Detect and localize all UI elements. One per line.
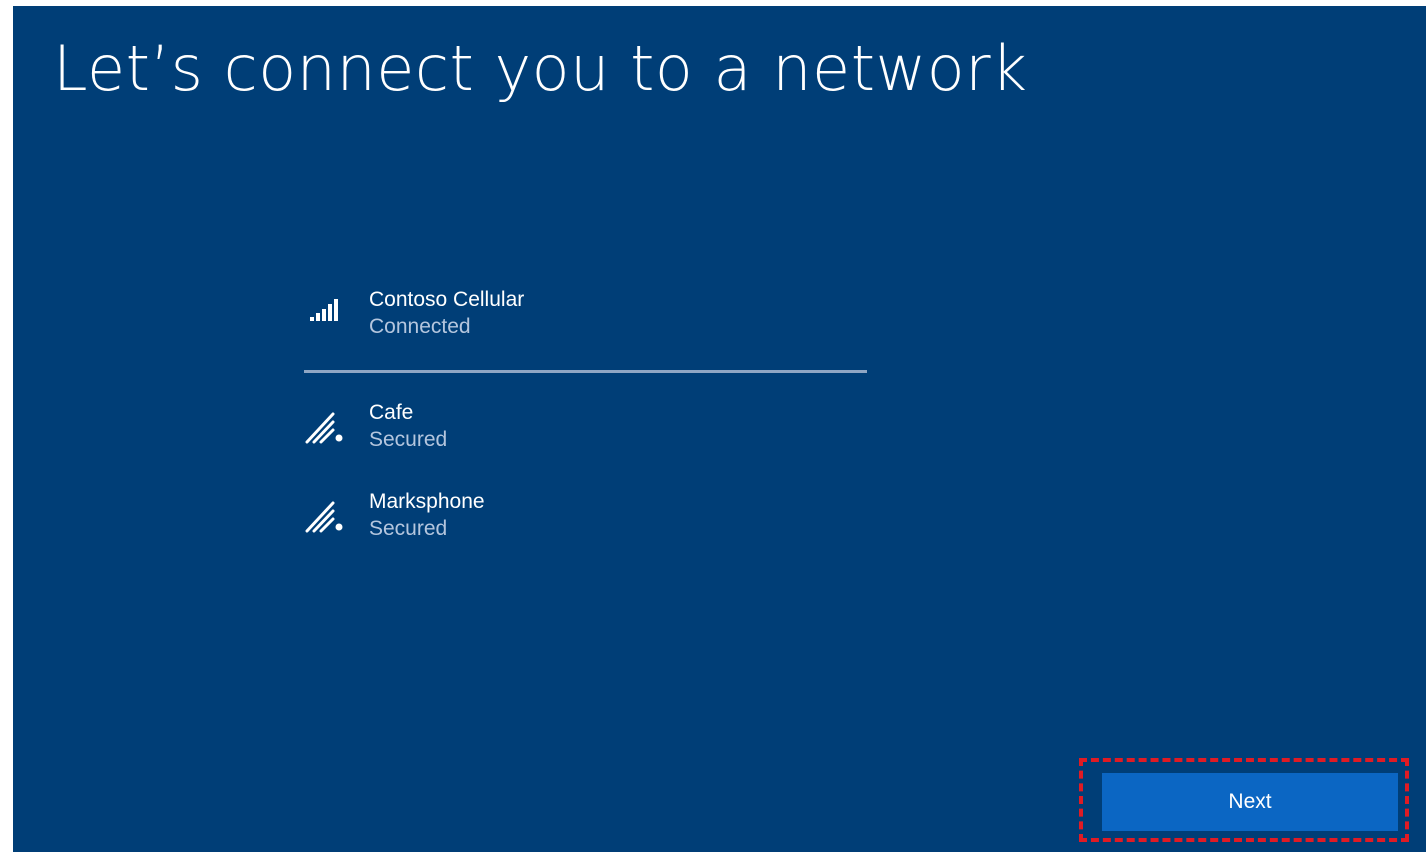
oobe-network-screen: Let’s connect you to a network Contoso C… [13, 6, 1426, 852]
cellular-signal-icon [303, 294, 345, 330]
network-item-contoso-cellular[interactable]: Contoso Cellular Connected [303, 286, 753, 346]
network-name: Marksphone [369, 490, 485, 513]
network-item-cafe[interactable]: Cafe Secured [303, 399, 753, 459]
network-name: Contoso Cellular [369, 288, 525, 311]
network-status: Secured [369, 517, 448, 540]
network-status: Connected [369, 315, 471, 338]
network-name: Cafe [369, 401, 414, 424]
network-divider [304, 370, 867, 373]
network-status: Secured [369, 428, 448, 451]
page-title: Let’s connect you to a network [53, 32, 1028, 105]
network-item-marksphone[interactable]: Marksphone Secured [303, 488, 753, 548]
wifi-icon [303, 498, 345, 534]
next-button[interactable]: Next [1102, 773, 1398, 831]
wifi-icon [303, 409, 345, 445]
